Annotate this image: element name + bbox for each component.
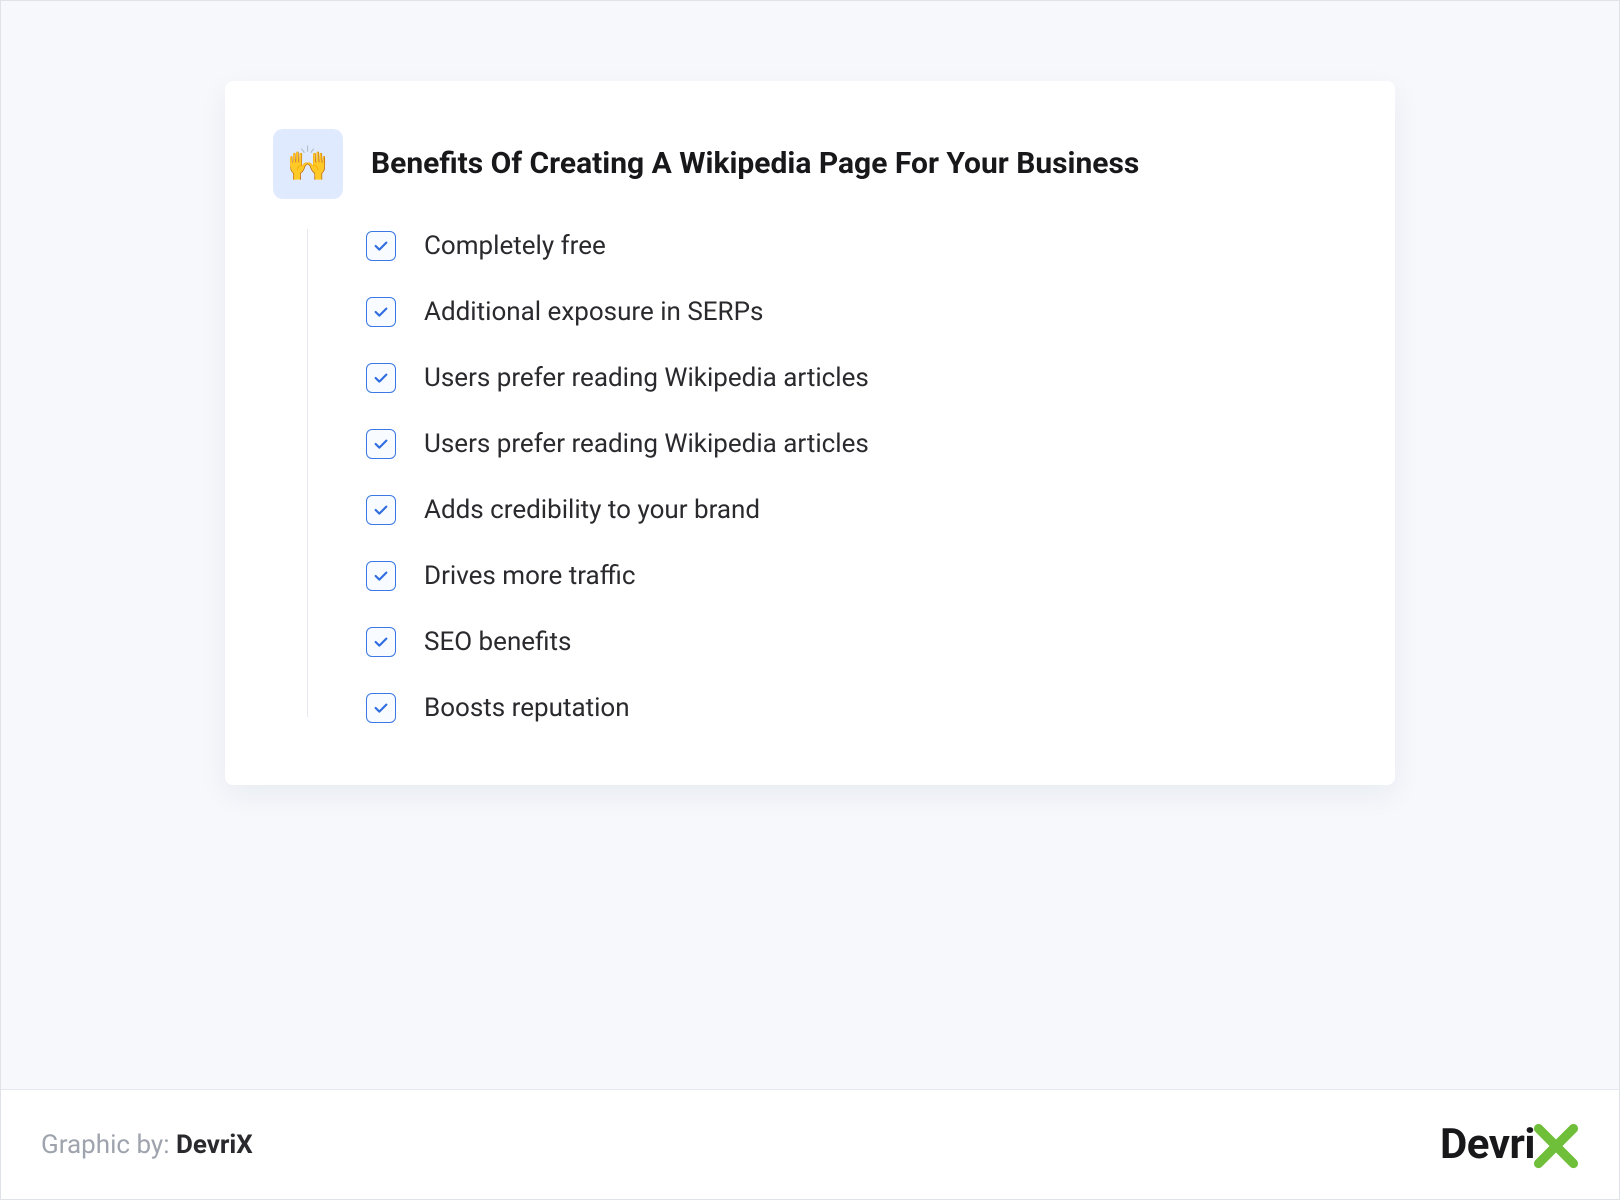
credit-label: Graphic by:: [41, 1130, 176, 1160]
list-item: Boosts reputation: [366, 693, 869, 723]
list-item-label: Users prefer reading Wikipedia articles: [424, 429, 869, 459]
vertical-divider: [307, 229, 308, 717]
emoji: 🙌: [287, 144, 329, 184]
check-icon: [366, 561, 396, 591]
list-item-label: Drives more traffic: [424, 561, 635, 591]
card-title: Benefits Of Creating A Wikipedia Page Fo…: [371, 145, 1139, 183]
list-item: Users prefer reading Wikipedia articles: [366, 363, 869, 393]
credit-text: Graphic by: DevriX: [41, 1130, 253, 1160]
list-item-label: Users prefer reading Wikipedia articles: [424, 363, 869, 393]
graphic-frame: 🙌 Benefits Of Creating A Wikipedia Page …: [0, 0, 1620, 1200]
check-icon: [366, 495, 396, 525]
brand-x-icon: [1533, 1123, 1579, 1169]
brand-text: Devri: [1440, 1120, 1535, 1169]
list-item-label: Additional exposure in SERPs: [424, 297, 763, 327]
footer: Graphic by: DevriX Devri: [1, 1089, 1619, 1199]
list-item-label: Adds credibility to your brand: [424, 495, 760, 525]
check-icon: [366, 693, 396, 723]
list-wrap: Completely free Additional exposure in S…: [307, 223, 1339, 723]
list-item: Adds credibility to your brand: [366, 495, 869, 525]
credit-brand: DevriX: [176, 1130, 253, 1160]
check-icon: [366, 297, 396, 327]
benefits-card: 🙌 Benefits Of Creating A Wikipedia Page …: [225, 81, 1395, 785]
benefits-list: Completely free Additional exposure in S…: [366, 223, 869, 723]
list-item: SEO benefits: [366, 627, 869, 657]
check-icon: [366, 627, 396, 657]
list-item-label: Completely free: [424, 231, 606, 261]
list-item-label: SEO benefits: [424, 627, 571, 657]
check-icon: [366, 429, 396, 459]
check-icon: [366, 231, 396, 261]
canvas: 🙌 Benefits Of Creating A Wikipedia Page …: [1, 1, 1619, 1089]
list-item: Drives more traffic: [366, 561, 869, 591]
check-icon: [366, 363, 396, 393]
raising-hands-icon: 🙌: [273, 129, 343, 199]
list-item: Additional exposure in SERPs: [366, 297, 869, 327]
card-header: 🙌 Benefits Of Creating A Wikipedia Page …: [273, 129, 1339, 199]
list-item: Users prefer reading Wikipedia articles: [366, 429, 869, 459]
list-item-label: Boosts reputation: [424, 693, 630, 723]
list-item: Completely free: [366, 231, 869, 261]
brand-logo: Devri: [1440, 1120, 1579, 1169]
